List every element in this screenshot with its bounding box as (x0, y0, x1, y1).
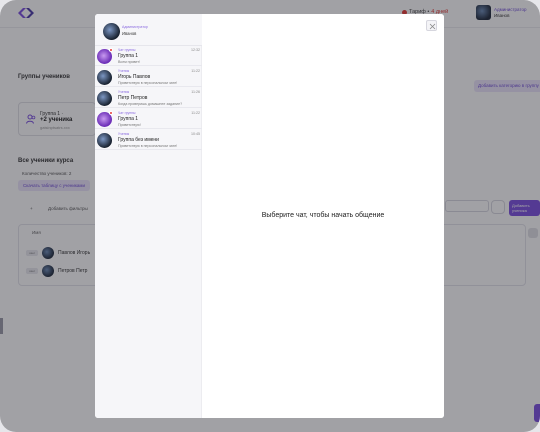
chat-time: 12:32 (191, 48, 200, 52)
chat-time: 11:22 (191, 111, 200, 115)
close-button[interactable] (426, 20, 437, 31)
close-icon (429, 23, 436, 30)
user-avatar-icon (97, 133, 112, 148)
chat-list-item[interactable]: Ученик 11:26 Петр Петров Когда проверишь… (95, 88, 202, 108)
current-user-header: Администратор Иванов (95, 14, 202, 46)
chat-list-item[interactable]: Ученик 10:45 Группа без имени Приветству… (95, 130, 202, 150)
chat-list-item[interactable]: Чат группы 11:22 Группа 1 Приветствую! (95, 109, 202, 129)
chat-title: Группа без имени (118, 137, 159, 143)
chat-last-message: Всем привет! (118, 60, 141, 64)
chat-modal: Администратор Иванов Чат группы 12:32 Гр… (95, 14, 444, 418)
chat-last-message: Приветствую в персональном чате! (118, 81, 178, 85)
app-window: Тариф • 4 дней Администратор Иванов Груп… (0, 0, 540, 432)
chat-last-message: Приветствую в персональном чате! (118, 144, 178, 148)
unread-badge (109, 111, 113, 115)
chat-type: Ученик (118, 90, 130, 94)
chat-title: Группа 1 (118, 53, 139, 59)
chat-conversation-panel: Выберите чат, чтобы начать общение (202, 14, 444, 418)
chat-list-item[interactable]: Чат группы 12:32 Группа 1 Всем привет! (95, 46, 202, 66)
current-user-name: Иванов (122, 31, 137, 36)
chat-time: 11:26 (191, 90, 200, 94)
chat-title: Петр Петров (118, 95, 148, 101)
empty-state-text: Выберите чат, чтобы начать общение (261, 212, 385, 219)
chat-last-message: Когда проверишь домашнее задание? (118, 102, 183, 106)
user-avatar-icon (97, 91, 112, 106)
chat-title: Группа 1 (118, 116, 139, 122)
chat-list-panel: Администратор Иванов Чат группы 12:32 Гр… (95, 14, 202, 418)
chat-type: Чат группы (118, 48, 136, 52)
avatar (103, 23, 120, 40)
user-avatar-icon (97, 70, 112, 85)
chat-title: Игорь Павлов (118, 74, 151, 80)
chat-last-message: Приветствую! (118, 123, 141, 127)
chat-time: 11:22 (191, 69, 200, 73)
chat-type: Ученик (118, 132, 130, 136)
chat-list-item[interactable]: Ученик 11:22 Игорь Павлов Приветствую в … (95, 67, 202, 87)
unread-badge (109, 48, 113, 52)
chat-time: 10:45 (191, 132, 200, 136)
chat-type: Ученик (118, 69, 130, 73)
current-user-role: Администратор (122, 25, 148, 29)
chat-type: Чат группы (118, 111, 136, 115)
